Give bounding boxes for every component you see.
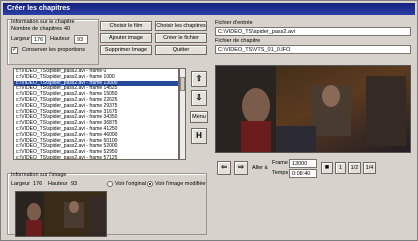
window-title: Créer les chapitres (3, 3, 415, 15)
zoom-1-button[interactable]: 1 (335, 162, 346, 174)
image-width-value: 176 (33, 181, 43, 187)
right-arrow-icon: ⇨ (238, 164, 244, 171)
previous-frame-button[interactable]: ⇦ (217, 161, 231, 175)
width-input[interactable]: 176 (31, 35, 46, 44)
image-height-value: 93 (71, 181, 78, 187)
create-chapters-window: Créer les chapitres Information sur le c… (0, 0, 418, 241)
move-down-button[interactable]: ⇩ (191, 90, 207, 106)
goto-label: Aller à (252, 165, 268, 171)
chapter-info-label: Information sur le chapitre (11, 19, 75, 25)
zoom-quarter-button[interactable]: 1/4 (363, 162, 376, 174)
chapter-count-label: Nombre de chapitres (11, 26, 63, 32)
up-arrow-icon: ⇧ (195, 74, 203, 83)
create-file-button[interactable]: Créer le fichier (155, 33, 207, 43)
view-original-label: Voir l'original (115, 181, 147, 187)
input-file-label: Fichier d'entrée (215, 20, 253, 26)
view-resized-radio[interactable] (147, 181, 153, 187)
delete-image-button[interactable]: Supprimer Image (100, 45, 152, 55)
image-height-label: Hauteur (48, 181, 68, 187)
input-file-field[interactable]: C:\VIDEO_TS\spider_pass2.avi (215, 27, 411, 36)
thumbnail-image (16, 192, 106, 236)
chapter-file-label: Fichier de chapitre (215, 38, 261, 44)
chapter-list-item[interactable]: c:\VIDEO_TS\spider_pass2.avi - frame 571… (14, 155, 178, 159)
down-arrow-icon: ⇩ (195, 93, 203, 102)
snapshot-button[interactable]: ■ (321, 162, 333, 174)
frame-label: Frame (272, 160, 288, 166)
quit-button[interactable]: Quitter (155, 45, 207, 55)
add-image-button[interactable]: Ajouter image (100, 33, 152, 43)
width-label: Largeur (11, 36, 30, 42)
view-resized-label: Voir l'image modifiée (155, 181, 206, 187)
video-frame-image (216, 66, 410, 152)
chapter-count-value: 40 (64, 26, 71, 32)
image-info-label: Information sur l'image (11, 172, 67, 178)
chapter-file-field[interactable]: C:\VIDEO_TS\VTS_01_0.IFO (215, 45, 411, 54)
keep-ratio-checkbox[interactable]: ✓ (11, 47, 18, 54)
view-original-radio[interactable] (107, 181, 113, 187)
scrollbar-thumb[interactable] (180, 77, 185, 91)
height-label: Hauteur (50, 36, 70, 42)
h-button[interactable]: H (191, 128, 207, 144)
time-label: Temps (272, 170, 289, 176)
zoom-half-button[interactable]: 1/2 (348, 162, 361, 174)
frame-input[interactable]: 13000 (289, 159, 317, 168)
height-input[interactable]: 93 (74, 35, 88, 44)
left-arrow-icon: ⇦ (221, 164, 227, 171)
time-input[interactable]: 0:08:40 (289, 169, 317, 178)
chapter-list[interactable]: c:\VIDEO_TS\spider_pass2.avi - frame 0 c:… (13, 68, 179, 160)
choose-file-button[interactable]: Choisir le film (100, 21, 152, 31)
chapter-list-scrollbar[interactable] (179, 68, 186, 160)
camera-icon: ■ (324, 164, 330, 171)
menu-button[interactable]: Menu (190, 111, 208, 123)
move-up-button[interactable]: ⇧ (191, 71, 207, 87)
video-preview (215, 65, 411, 153)
next-frame-button[interactable]: ⇨ (234, 161, 248, 175)
keep-ratio-label: Conserver les proportions (22, 47, 85, 53)
image-thumbnail (15, 191, 107, 237)
choose-chapters-button[interactable]: Choisir les chapitres (155, 21, 207, 31)
image-width-label: Largeur (11, 181, 30, 187)
